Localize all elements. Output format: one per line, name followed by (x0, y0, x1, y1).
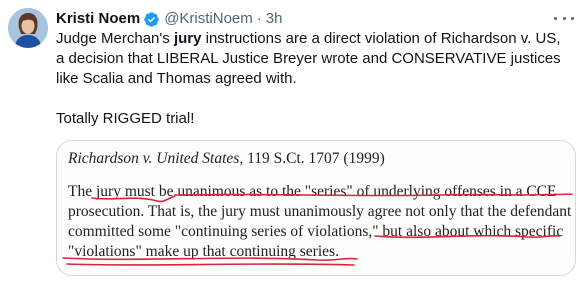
author-name[interactable]: Kristi Noem (56, 9, 140, 29)
post-line-2: a decision that LIBERAL Justice Breyer w… (56, 50, 561, 67)
case-citation: Richardson v. United States, 119 S.Ct. 1… (68, 150, 385, 168)
quote-line-4: "violations" make up that continuing ser… (68, 243, 339, 260)
quote-line-1: The jury must be unanimous as to the "se… (68, 183, 557, 200)
quote-line-2: prosecution. That is, the jury must unan… (68, 203, 572, 220)
case-cite: , 119 S.Ct. 1707 (1999) (239, 150, 385, 167)
avatar[interactable] (8, 8, 48, 48)
author-handle[interactable]: @KristiNoem (164, 9, 253, 29)
quote-line-3: committed some "continuing series of vio… (68, 223, 564, 240)
case-quote: The jury must be unanimous as to the "se… (68, 182, 572, 262)
post-header: Kristi Noem @KristiNoem · 3h (56, 9, 576, 29)
bold-word: jury (173, 30, 202, 47)
post-line-1: Judge Merchan's jury instructions are a … (56, 30, 561, 47)
underline-line4b-icon (66, 263, 355, 266)
more-options-icon[interactable] (554, 10, 574, 26)
verified-badge-icon (144, 11, 159, 27)
post-text: Judge Merchan's jury instructions are a … (56, 29, 578, 129)
attached-image[interactable]: Richardson v. United States, 119 S.Ct. 1… (56, 140, 576, 276)
post-line-4: Totally RIGGED trial! (56, 110, 195, 127)
separator-dot: · (256, 10, 262, 27)
post-time[interactable]: 3h (266, 9, 283, 29)
case-name: Richardson v. United States (68, 150, 240, 167)
post-line-3: like Scalia and Thomas agreed with. (56, 70, 297, 87)
